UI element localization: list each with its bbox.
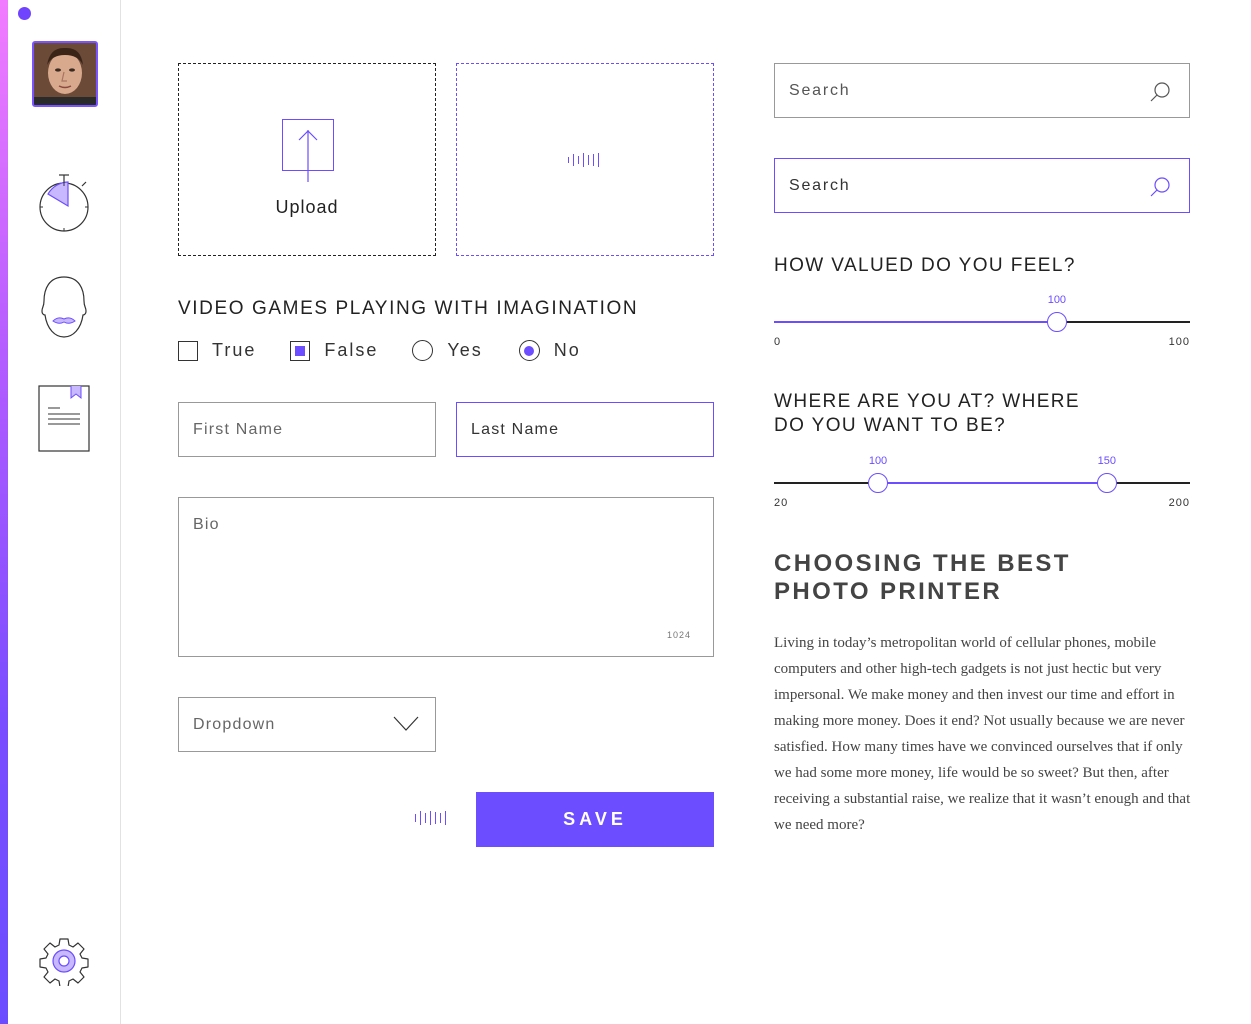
slider-min-label: 0 bbox=[774, 336, 782, 348]
option-false[interactable]: False bbox=[290, 340, 378, 361]
search-input[interactable]: Search bbox=[774, 63, 1190, 118]
slider-high-thumb[interactable] bbox=[1096, 473, 1117, 493]
upload-dropzone[interactable]: Upload bbox=[178, 63, 436, 256]
radio-yes[interactable] bbox=[412, 340, 434, 361]
chevron-down-icon bbox=[393, 716, 419, 731]
search-placeholder: Search bbox=[789, 176, 851, 194]
first-name-field[interactable]: First Name bbox=[178, 402, 436, 457]
dropdown-select[interactable]: Dropdown bbox=[178, 697, 436, 752]
slider-single-title: HOW VALUED DO YOU FEEL? bbox=[774, 255, 1076, 276]
upload-label: Upload bbox=[275, 197, 339, 217]
avatar-portrait bbox=[34, 43, 96, 105]
option-label: Yes bbox=[447, 340, 483, 360]
slider-min-label: 20 bbox=[774, 497, 789, 509]
option-yes[interactable]: Yes bbox=[412, 340, 482, 361]
dropdown-value: Dropdown bbox=[193, 715, 276, 733]
last-name-placeholder: Last Name bbox=[471, 420, 560, 438]
upload-arrow-icon bbox=[282, 119, 334, 182]
loading-spinner-icon bbox=[568, 153, 599, 167]
slider-range-title-line2: DO YOU WANT TO BE? bbox=[774, 415, 1007, 436]
slider-value-label: 100 bbox=[1047, 294, 1067, 306]
saving-spinner-icon bbox=[415, 811, 446, 825]
slider-range-title-line1: WHERE ARE YOU AT? WHERE bbox=[774, 391, 1080, 412]
article-body: Living in today’s metropolitan world of … bbox=[774, 635, 1191, 833]
radio-no[interactable] bbox=[518, 340, 540, 361]
save-button[interactable]: SAVE bbox=[476, 792, 714, 847]
last-name-field[interactable]: Last Name bbox=[456, 402, 714, 457]
sidebar-accent-bar bbox=[0, 0, 8, 1024]
face-icon[interactable] bbox=[34, 272, 94, 342]
option-label: False bbox=[324, 340, 379, 360]
article-title-line1: CHOOSING THE BEST bbox=[774, 550, 1071, 577]
question-options: True False Yes No bbox=[178, 340, 581, 361]
checkbox-true[interactable] bbox=[178, 340, 198, 361]
question-title: VIDEO GAMES PLAYING WITH IMAGINATION bbox=[178, 298, 639, 319]
search-input-active[interactable]: Search bbox=[774, 158, 1190, 213]
search-icon[interactable] bbox=[1149, 81, 1171, 103]
upload-progress-box bbox=[456, 63, 714, 256]
slider-fill bbox=[878, 482, 1107, 484]
range-slider[interactable]: 100 150 20 200 bbox=[774, 455, 1190, 515]
option-label: True bbox=[212, 340, 257, 360]
slider-high-value-label: 150 bbox=[1097, 455, 1116, 467]
document-icon[interactable] bbox=[34, 384, 94, 454]
status-dot bbox=[18, 7, 31, 20]
search-icon[interactable] bbox=[1149, 176, 1171, 198]
slider-range-title: WHERE ARE YOU AT? WHERE DO YOU WANT TO B… bbox=[774, 390, 1080, 438]
slider-max-label: 200 bbox=[1168, 497, 1190, 509]
bio-placeholder: Bio bbox=[193, 516, 220, 533]
slider-fill bbox=[774, 321, 1057, 323]
checkbox-false[interactable] bbox=[290, 340, 311, 361]
first-name-placeholder: First Name bbox=[193, 420, 284, 438]
settings-gear-icon[interactable] bbox=[34, 926, 94, 996]
bio-char-count: 1024 bbox=[666, 630, 691, 640]
slider-thumb[interactable] bbox=[1046, 312, 1067, 332]
sidebar bbox=[0, 0, 121, 1024]
slider-low-thumb[interactable] bbox=[868, 473, 888, 493]
avatar[interactable] bbox=[32, 41, 98, 107]
option-no[interactable]: No bbox=[518, 340, 581, 361]
option-true[interactable]: True bbox=[178, 340, 256, 361]
article-title: CHOOSING THE BEST PHOTO PRINTER bbox=[774, 550, 1071, 606]
value-slider[interactable]: 100 0 100 bbox=[774, 294, 1190, 354]
slider-max-label: 100 bbox=[1168, 336, 1190, 348]
option-label: No bbox=[553, 340, 581, 360]
search-placeholder: Search bbox=[789, 81, 851, 99]
bio-textarea[interactable]: Bio 1024 bbox=[178, 497, 714, 657]
slider-low-value-label: 100 bbox=[868, 455, 888, 467]
stopwatch-icon[interactable] bbox=[34, 168, 94, 238]
article-title-line2: PHOTO PRINTER bbox=[774, 578, 1003, 605]
